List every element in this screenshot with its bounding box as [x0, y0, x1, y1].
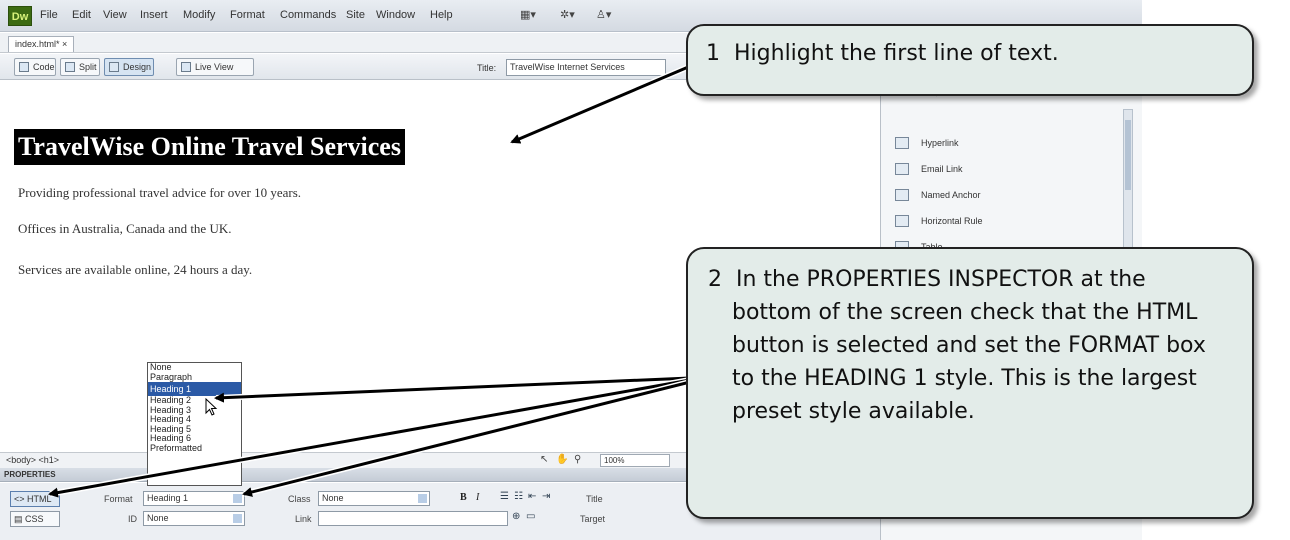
paragraph[interactable]: Offices in Australia, Canada and the UK.: [18, 221, 231, 237]
code-view-button[interactable]: Code: [14, 58, 56, 76]
hand-tool-icon[interactable]: ✋: [556, 454, 568, 465]
hyperlink-icon: [895, 137, 909, 149]
link-label: Link: [295, 514, 312, 524]
properties-title: PROPERTIES: [4, 470, 56, 479]
format-option[interactable]: Heading 6: [148, 434, 241, 444]
format-select[interactable]: Heading 1: [143, 491, 245, 506]
title-label: Title:: [477, 63, 497, 73]
format-option[interactable]: Paragraph: [148, 373, 241, 383]
callout-step-1: 1 Highlight the first line of text.: [686, 24, 1254, 96]
menu-edit[interactable]: Edit: [72, 9, 91, 21]
html-button[interactable]: <> HTML: [10, 491, 60, 507]
menu-view[interactable]: View: [103, 9, 127, 21]
menu-file[interactable]: File: [40, 9, 58, 21]
unordered-list-icon[interactable]: ☰: [500, 491, 509, 502]
link-input[interactable]: [318, 511, 508, 526]
paragraph[interactable]: Services are available online, 24 hours …: [18, 262, 252, 278]
bold-button[interactable]: B: [460, 492, 467, 503]
tag-selector[interactable]: <body> <h1>: [6, 455, 59, 465]
format-option[interactable]: Heading 2: [148, 396, 241, 406]
format-option[interactable]: Heading 5: [148, 425, 241, 435]
close-tab-icon[interactable]: ×: [62, 39, 67, 49]
insert-named-anchor[interactable]: Named Anchor: [893, 185, 981, 205]
menu-commands[interactable]: Commands: [280, 9, 336, 21]
split-view-button[interactable]: Split: [60, 58, 100, 76]
extend-icon[interactable]: ✲▾: [560, 8, 575, 21]
format-label: Format: [104, 494, 133, 504]
format-option[interactable]: None: [148, 363, 241, 373]
outdent-icon[interactable]: ⇤: [528, 491, 536, 502]
class-label: Class: [288, 494, 311, 504]
menu-modify[interactable]: Modify: [183, 9, 215, 21]
format-option[interactable]: Preformatted: [148, 444, 241, 454]
live-view-icon: [181, 62, 191, 72]
menu-help[interactable]: Help: [430, 9, 453, 21]
document-tab[interactable]: index.html* ×: [8, 36, 75, 52]
format-option-selected[interactable]: Heading 1: [148, 382, 241, 396]
document-tab-bar: index.html* ×: [0, 33, 700, 53]
split-icon: [65, 62, 75, 72]
chevron-down-icon: [233, 514, 242, 523]
id-label: ID: [128, 514, 137, 524]
panel-scrollbar[interactable]: [1123, 109, 1133, 259]
indent-icon[interactable]: ⇥: [542, 491, 550, 502]
insert-email-link[interactable]: Email Link: [893, 159, 963, 179]
css-button[interactable]: ▤ CSS: [10, 511, 60, 527]
step-text: Highlight the first line of text.: [734, 41, 1059, 66]
format-option[interactable]: Heading 3: [148, 406, 241, 416]
zoom-select[interactable]: 100%: [600, 454, 670, 467]
chevron-down-icon: [418, 494, 427, 503]
page-title-input[interactable]: TravelWise Internet Services: [506, 59, 666, 76]
title-label: Title: [586, 494, 603, 504]
select-tool-icon[interactable]: ↖: [540, 454, 548, 465]
horizontal-rule-icon: [895, 215, 909, 227]
code-icon: [19, 62, 29, 72]
insert-horizontal-rule[interactable]: Horizontal Rule: [893, 211, 983, 231]
layout-icon[interactable]: ▦▾: [520, 8, 536, 21]
format-dropdown-list[interactable]: None Paragraph Heading 1 Heading 2 Headi…: [147, 362, 242, 486]
anchor-icon: [895, 189, 909, 201]
insert-hyperlink[interactable]: Hyperlink: [893, 133, 959, 153]
browse-folder-icon[interactable]: ▭: [526, 511, 535, 522]
css-icon: ▤: [14, 514, 26, 524]
dreamweaver-logo-icon: Dw: [8, 6, 32, 26]
step-number: 2: [708, 267, 722, 292]
zoom-tool-icon[interactable]: ⚲: [574, 454, 581, 465]
step-text: In the PROPERTIES INSPECTOR at the botto…: [732, 267, 1206, 424]
live-view-button[interactable]: Live View: [176, 58, 254, 76]
scrollbar-thumb[interactable]: [1125, 120, 1131, 190]
ordered-list-icon[interactable]: ☷: [514, 491, 523, 502]
callout-step-2: 2 In the PROPERTIES INSPECTOR at the bot…: [686, 247, 1254, 519]
italic-button[interactable]: I: [476, 492, 479, 503]
mouse-pointer-icon: [205, 398, 218, 416]
document-tab-label: index.html*: [15, 39, 60, 49]
step-number: 1: [706, 41, 720, 66]
id-select[interactable]: None: [143, 511, 245, 526]
selected-heading[interactable]: TravelWise Online Travel Services: [14, 129, 405, 165]
html-icon: <>: [14, 494, 28, 504]
site-icon[interactable]: ♙▾: [596, 8, 611, 21]
email-icon: [895, 163, 909, 175]
menu-format[interactable]: Format: [230, 9, 265, 21]
menu-window[interactable]: Window: [376, 9, 415, 21]
format-option[interactable]: Heading 4: [148, 415, 241, 425]
paragraph[interactable]: Providing professional travel advice for…: [18, 185, 301, 201]
target-label: Target: [580, 514, 606, 524]
class-select[interactable]: None: [318, 491, 430, 506]
point-to-file-icon[interactable]: ⊕: [512, 511, 520, 522]
design-view-button[interactable]: Design: [104, 58, 154, 76]
tutorial-figure: Dw File Edit View Insert Modify Format C…: [0, 0, 1290, 540]
menu-insert[interactable]: Insert: [140, 9, 168, 21]
menu-site[interactable]: Site: [346, 9, 365, 21]
chevron-down-icon: [233, 494, 242, 503]
design-icon: [109, 62, 119, 72]
